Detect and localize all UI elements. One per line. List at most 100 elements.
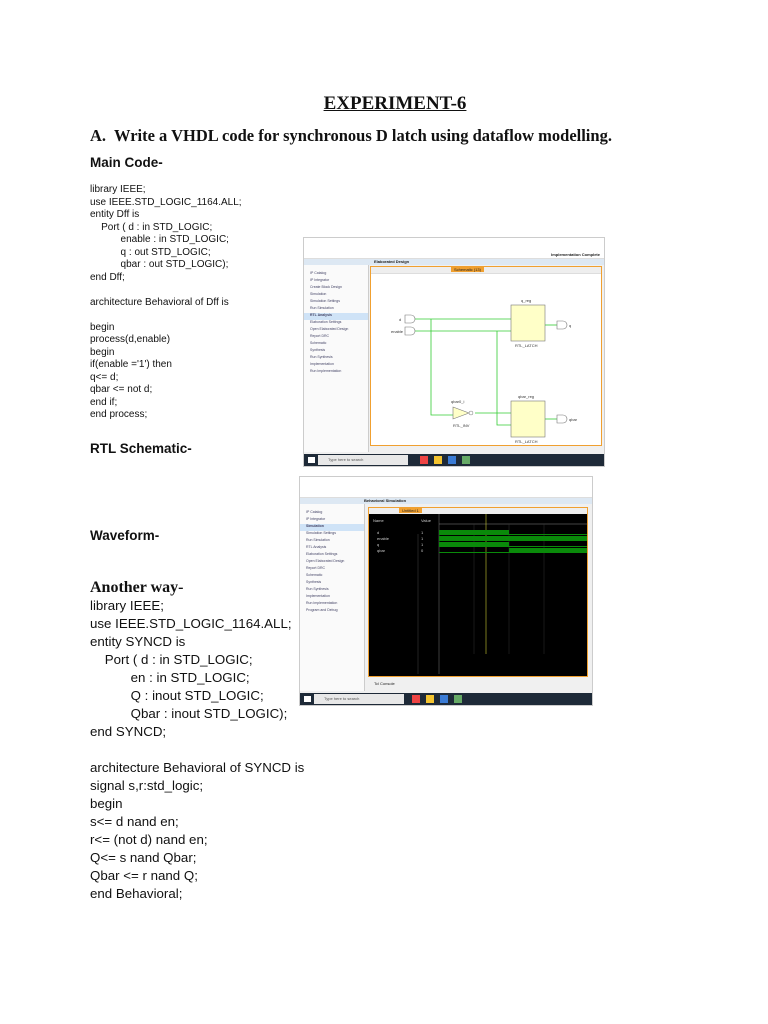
code-line: begin	[90, 321, 115, 333]
latch-qbar	[510, 400, 546, 438]
panel-title: Elaborated Design	[374, 259, 410, 264]
code-line: end SYNCD;	[90, 724, 167, 739]
panel-title: Behavioral Simulation	[364, 498, 407, 503]
windows-taskbar: Type here to search	[304, 454, 604, 466]
another-way-heading: Another way-	[90, 579, 184, 596]
signal-waves	[439, 530, 587, 553]
question-heading: A. Write a VHDL code for synchronous D l…	[90, 126, 612, 145]
nav-item[interactable]: Open Elaborated Design	[304, 327, 368, 334]
column-header: Value	[421, 518, 432, 523]
inverter-type: RTL_INV	[453, 423, 470, 428]
folder-icon[interactable]	[426, 695, 434, 703]
nav-item[interactable]: IP Catalog	[304, 271, 368, 278]
nav-item[interactable]: Schematic	[304, 341, 368, 348]
nav-item[interactable]: Run Implementation	[300, 601, 364, 608]
folder-icon[interactable]	[434, 456, 442, 464]
nav-item[interactable]: Run Simulation	[300, 538, 364, 545]
main-code-heading: Main Code-	[90, 155, 163, 170]
signal-value: 0	[421, 548, 424, 553]
nav-item[interactable]: Implementation	[300, 594, 364, 601]
code-line: architecture Behavioral of Dff is	[90, 296, 229, 308]
column-header: Name	[373, 518, 384, 523]
output-label: q	[569, 323, 571, 328]
signal-name[interactable]: q	[377, 542, 379, 547]
nav-item[interactable]: Program and Debug	[300, 608, 364, 615]
nav-item[interactable]: RTL Analysis	[300, 545, 364, 552]
inverter-name: qbar0_i	[451, 399, 464, 404]
nav-item[interactable]: Synthesis	[300, 580, 364, 587]
taskbar-search[interactable]: Type here to search	[314, 694, 404, 704]
nav-item[interactable]: Report DRC	[300, 566, 364, 573]
nav-item[interactable]: Run Simulation	[304, 306, 368, 313]
code-line: begin	[90, 796, 123, 811]
main-code-block: library IEEE; use IEEE.STD_LOGIC_1164.ALL…	[90, 184, 242, 422]
output-label: qbar	[569, 417, 578, 422]
signal-name[interactable]: enable	[377, 536, 390, 541]
code-line: q<= d;	[90, 371, 119, 383]
nav-item[interactable]: Synthesis	[304, 348, 368, 355]
vivado-toolbar	[300, 477, 592, 498]
nav-item[interactable]: Implementation	[304, 362, 368, 369]
nav-item[interactable]: RTL Analysis	[304, 313, 368, 320]
nav-item[interactable]: IP Catalog	[300, 510, 364, 517]
code-line: end if;	[90, 396, 118, 408]
waveform-pane: Untitled 1 Name Value d enable q qbar 1 …	[368, 507, 588, 677]
flow-navigator: IP Catalog IP Integrator Simulation Simulat…	[300, 504, 365, 691]
nav-item[interactable]: Simulation Settings	[304, 299, 368, 306]
latch-type: RTL_LATCH	[515, 343, 538, 348]
nav-item[interactable]: Run Synthesis	[300, 587, 364, 594]
latch-name: qbar_reg	[518, 394, 534, 399]
app-icon[interactable]	[440, 695, 448, 703]
windows-start-icon[interactable]	[308, 457, 315, 463]
rtl-schematic-heading: RTL Schematic-	[90, 441, 192, 456]
vivado-icon[interactable]	[454, 695, 462, 703]
waveform-view: Name Value d enable q qbar 1 1 1 0	[373, 514, 587, 674]
nav-item[interactable]: Simulation Settings	[300, 531, 364, 538]
code-line: Port ( d : in STD_LOGIC;	[90, 652, 253, 667]
tab-schematic[interactable]: Schematic (13)	[451, 267, 484, 272]
signal-name[interactable]: qbar	[377, 548, 386, 553]
tab-untitled[interactable]: Untitled 1	[399, 508, 422, 513]
code-line: Q<= s nand Qbar;	[90, 850, 197, 865]
status-text: Implementation Complete	[551, 252, 600, 257]
nav-item[interactable]: Report DRC	[304, 334, 368, 341]
code-line: entity SYNCD is	[90, 634, 186, 649]
code-line: library IEEE;	[90, 598, 164, 613]
code-line: architecture Behavioral of SYNCD is	[90, 760, 305, 775]
nav-item[interactable]: Simulation	[304, 292, 368, 299]
chrome-icon[interactable]	[420, 456, 428, 464]
code-line: Qbar <= r nand Q;	[90, 868, 198, 883]
code-line: en : in STD_LOGIC;	[90, 670, 250, 685]
code-line: end Dff;	[90, 271, 125, 283]
inverter	[452, 406, 470, 420]
nav-item[interactable]: Elaboration Settings	[304, 320, 368, 327]
nav-item[interactable]: Run Implementation	[304, 369, 368, 376]
code-line: qbar <= not d;	[90, 384, 153, 395]
alt-code-block: library IEEE; use IEEE.STD_LOGIC_1164.ALL…	[90, 597, 304, 903]
code-line: use IEEE.STD_LOGIC_1164.ALL;	[90, 196, 242, 208]
nav-item[interactable]: Schematic	[300, 573, 364, 580]
code-line: end Behavioral;	[90, 886, 183, 901]
chrome-icon[interactable]	[412, 695, 420, 703]
app-icon[interactable]	[448, 456, 456, 464]
input-label: enable	[391, 329, 404, 334]
tcl-console-tab[interactable]: Tcl Console	[374, 681, 395, 686]
windows-taskbar: Type here to search	[300, 693, 592, 705]
windows-start-icon[interactable]	[304, 696, 311, 702]
nav-item[interactable]: Open Elaborated Design	[300, 559, 364, 566]
nav-item[interactable]: IP Integrator	[300, 517, 364, 524]
code-line: signal s,r:std_logic;	[90, 778, 204, 793]
vivado-icon[interactable]	[462, 456, 470, 464]
signal-name[interactable]: d	[377, 530, 379, 535]
taskbar-search[interactable]: Type here to search	[318, 455, 408, 465]
rtl-schematic-screenshot: Implementation Complete Elaborated Desig…	[303, 237, 605, 467]
latch-type: RTL_LATCH	[515, 439, 538, 444]
nav-item[interactable]: IP Integrator	[304, 278, 368, 285]
nav-item[interactable]: Simulation	[300, 524, 364, 531]
vivado-toolbar: Implementation Complete	[304, 238, 604, 259]
nav-item[interactable]: Create Block Design	[304, 285, 368, 292]
waveform-heading: Waveform-	[90, 528, 160, 543]
nav-item[interactable]: Run Synthesis	[304, 355, 368, 362]
nav-item[interactable]: Elaboration Settings	[300, 552, 364, 559]
